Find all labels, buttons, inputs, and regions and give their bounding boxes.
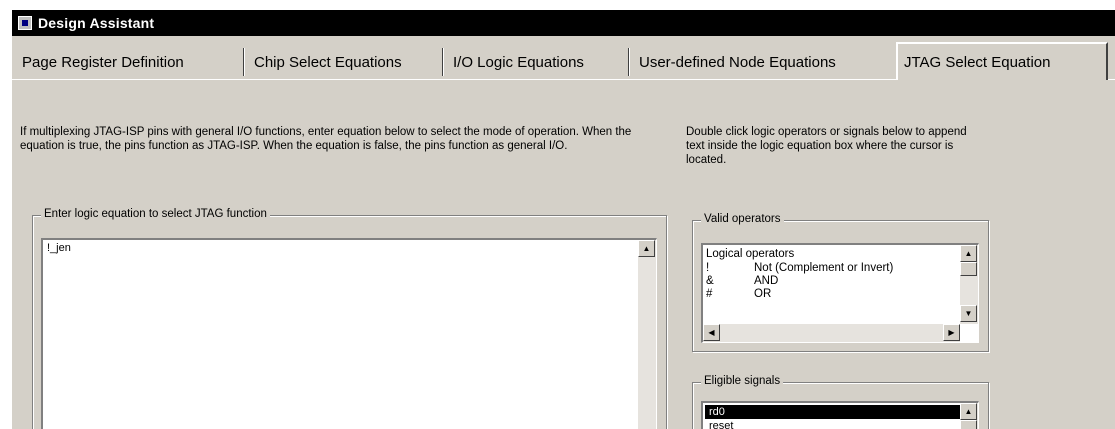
operator-item-and[interactable]: & AND — [706, 275, 946, 288]
tab-page-register-definition[interactable]: Page Register Definition — [16, 46, 190, 78]
scroll-up-arrow-icon[interactable]: ▲ — [638, 240, 655, 257]
equation-group-label: Enter logic equation to select JTAG func… — [41, 208, 270, 220]
operators-listbox[interactable]: Logical operators ! Not (Complement or I… — [701, 243, 979, 343]
tab-chip-select-equations[interactable]: Chip Select Equations — [248, 46, 408, 78]
operators-vertical-scrollbar[interactable]: ▲ ▼ — [960, 245, 978, 324]
jtag-instructions-text: If multiplexing JTAG-ISP pins with gener… — [20, 126, 632, 152]
operator-item-or[interactable]: # OR — [706, 288, 946, 301]
operators-horizontal-scrollbar[interactable]: ◀ ▶ — [703, 324, 960, 342]
tab-user-defined-node-equations[interactable]: User-defined Node Equations — [633, 46, 842, 78]
tab-divider — [628, 48, 630, 76]
scroll-up-arrow-icon[interactable]: ▲ — [960, 403, 977, 420]
equation-textarea[interactable]: !_jen ▲ — [41, 238, 657, 429]
scroll-up-arrow-icon[interactable]: ▲ — [960, 245, 977, 262]
tab-jtag-select-equation[interactable]: JTAG Select Equation — [896, 42, 1108, 80]
signals-group-label: Eligible signals — [701, 375, 784, 387]
signals-listbox[interactable]: rd0 reset ▲ — [701, 401, 979, 429]
scroll-left-arrow-icon[interactable]: ◀ — [703, 324, 720, 341]
app-icon[interactable] — [18, 16, 32, 30]
operator-symbol: ! — [706, 262, 710, 274]
tab-label: I/O Logic Equations — [453, 53, 584, 71]
design-assistant-window: Design Assistant Page Register Definitio… — [10, 8, 1115, 429]
tab-divider — [243, 48, 245, 76]
tab-io-logic-equations[interactable]: I/O Logic Equations — [447, 46, 590, 78]
operators-header-label: Logical operators — [706, 248, 795, 260]
operator-description: AND — [754, 275, 779, 287]
equation-vertical-scrollbar[interactable]: ▲ — [638, 240, 656, 429]
tab-label: JTAG Select Equation — [904, 53, 1051, 71]
tab-divider — [442, 48, 444, 76]
scroll-right-arrow-icon[interactable]: ▶ — [943, 324, 960, 341]
operator-symbol: & — [706, 275, 714, 287]
signals-vertical-scrollbar[interactable]: ▲ — [960, 403, 978, 429]
operators-header: Logical operators — [706, 248, 794, 261]
tab-label: Chip Select Equations — [254, 53, 402, 71]
operator-item-not[interactable]: ! Not (Complement or Invert) — [706, 262, 946, 275]
operators-group-label: Valid operators — [701, 213, 784, 225]
signals-groupbox: Eligible signals rd0 reset ▲ — [692, 375, 989, 429]
signal-item-rd0[interactable]: rd0 — [705, 405, 960, 419]
operator-description: Not (Complement or Invert) — [754, 262, 894, 274]
scroll-down-arrow-icon[interactable]: ▼ — [960, 305, 977, 322]
operators-groupbox: Valid operators Logical operators ! Not … — [692, 213, 989, 352]
scroll-thumb[interactable] — [960, 262, 977, 276]
equation-value: !_jen — [47, 242, 71, 254]
scroll-thumb[interactable] — [960, 420, 977, 429]
title-bar[interactable]: Design Assistant — [12, 10, 1115, 36]
window-title: Design Assistant — [38, 15, 155, 31]
tab-label: Page Register Definition — [22, 53, 184, 71]
operator-symbol: # — [706, 288, 713, 300]
equation-groupbox: Enter logic equation to select JTAG func… — [32, 208, 667, 429]
signal-item-reset[interactable]: reset — [705, 419, 960, 429]
append-instructions-text: Double click logic operators or signals … — [686, 126, 967, 166]
tab-strip: Page Register Definition Chip Select Equ… — [12, 42, 1115, 80]
operator-description: OR — [754, 288, 772, 300]
tab-label: User-defined Node Equations — [639, 53, 836, 71]
